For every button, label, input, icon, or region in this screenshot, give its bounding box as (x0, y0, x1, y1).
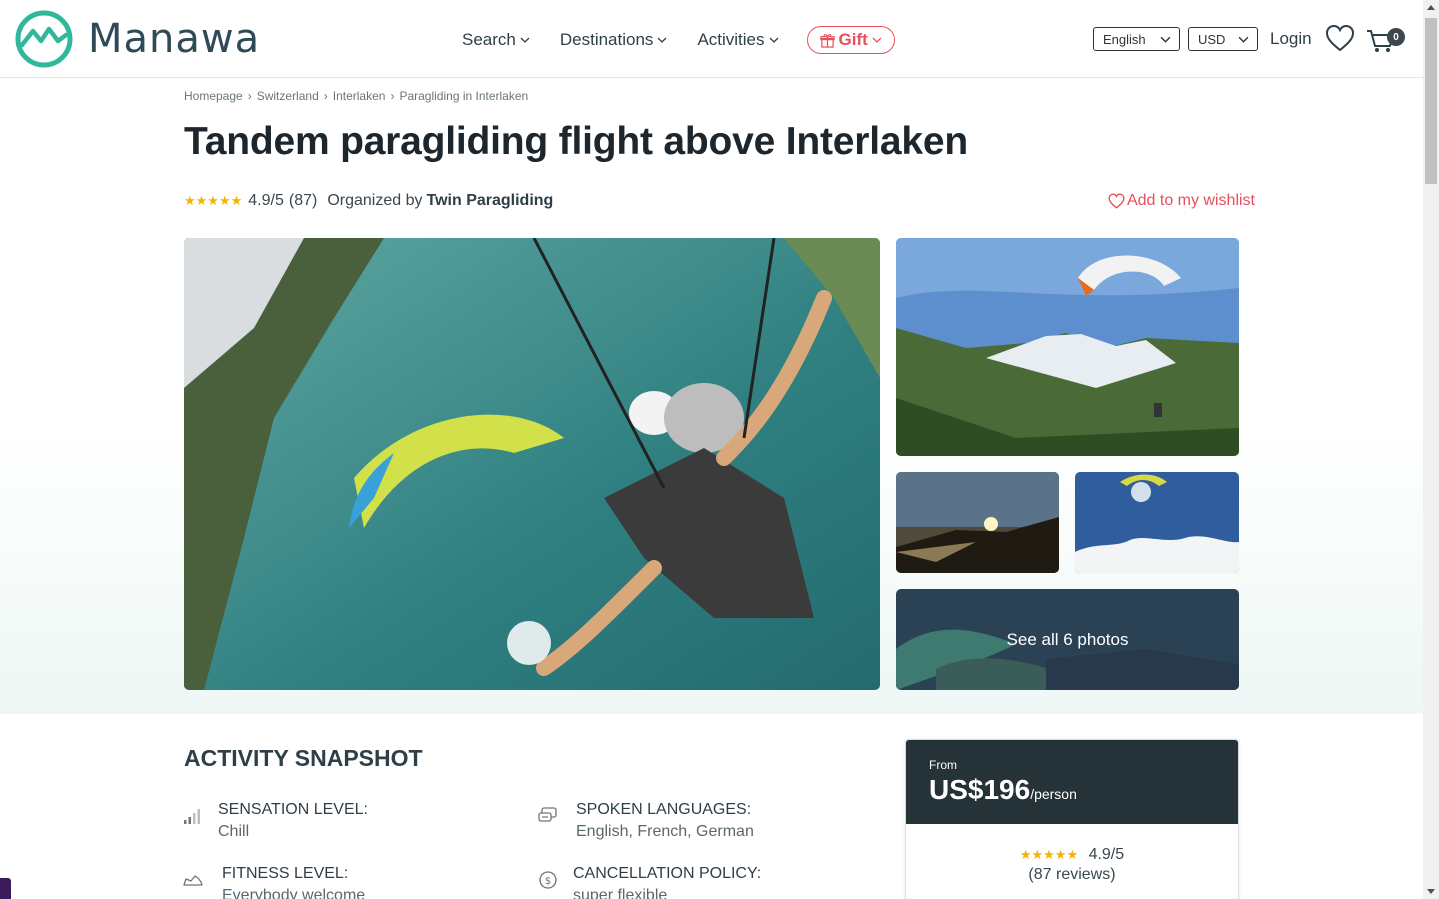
price-amount-row: US$196/person (929, 774, 1215, 806)
price-header: From US$196/person (906, 740, 1238, 824)
gift-label: Gift (838, 30, 868, 49)
feature-sensation-level: SENSATION LEVEL: Chill (218, 801, 368, 841)
chevron-down-icon (1238, 36, 1249, 43)
breadcrumb-homepage[interactable]: Homepage (184, 89, 243, 103)
nav-destinations-label: Destinations (559, 30, 654, 49)
main-photo[interactable] (184, 238, 880, 690)
scrollbar-thumb[interactable] (1425, 18, 1437, 184)
dollar-circle-icon: $ (539, 871, 557, 889)
rating-row: ★★★★★ 4.9/5 (87) Organized by Twin Parag… (184, 192, 553, 210)
signal-bars-icon (184, 809, 200, 824)
feedback-tab[interactable] (0, 878, 11, 899)
breadcrumb-separator: › (390, 89, 395, 103)
breadcrumb-switzerland[interactable]: Switzerland (257, 89, 319, 103)
price-from-label: From (929, 758, 957, 772)
price-unit: /person (1030, 786, 1077, 802)
site-header: Manawa Search Destinations Activities Gi… (0, 0, 1423, 78)
login-link[interactable]: Login (1270, 29, 1312, 49)
rating-score: 4.9/5 (1088, 846, 1125, 863)
breadcrumb-separator: › (323, 89, 328, 103)
chevron-down-icon (520, 37, 530, 43)
nav-search[interactable]: Search (462, 30, 530, 50)
breadcrumb-interlaken[interactable]: Interlaken (333, 89, 386, 103)
side-photo-sunset[interactable] (896, 472, 1059, 573)
rating-stars: ★★★★★ (184, 193, 243, 208)
nav-activities[interactable]: Activities (697, 30, 778, 50)
currency-value: USD (1198, 31, 1226, 47)
side-photo-mountains[interactable] (896, 238, 1239, 456)
rating-stars: ★★★★★ (1019, 847, 1079, 862)
chevron-down-icon (769, 37, 778, 43)
chevron-down-icon (657, 37, 667, 43)
currency-select[interactable]: USD (1188, 27, 1258, 51)
add-to-wishlist-link[interactable]: Add to my wishlist (1108, 192, 1255, 210)
feature-spoken-languages: SPOKEN LANGUAGES: English, French, Germa… (576, 801, 754, 841)
feature-cancellation-policy: CANCELLATION POLICY: super flexible (573, 865, 761, 899)
see-all-photos-button[interactable]: See all 6 photos (896, 589, 1239, 690)
breadcrumb: Homepage › Switzerland › Interlaken › Pa… (184, 89, 528, 103)
chevron-down-icon (872, 37, 882, 43)
organized-by-label: Organized by (327, 192, 423, 209)
feature-label: CANCELLATION POLICY: (573, 865, 762, 882)
nav-activities-label: Activities (697, 30, 765, 49)
main-nav: Search Destinations Activities Gift (462, 26, 895, 54)
breadcrumb-paragliding[interactable]: Paragliding in Interlaken (399, 89, 528, 103)
vertical-scrollbar[interactable] (1423, 0, 1439, 899)
nav-search-label: Search (462, 30, 516, 49)
feature-fitness-level: FITNESS LEVEL: Everybody welcome (222, 865, 365, 899)
gift-button[interactable]: Gift (806, 26, 895, 54)
feature-label: SENSATION LEVEL: (218, 801, 368, 818)
scroll-up-arrow-icon[interactable] (1427, 5, 1435, 10)
activity-snapshot-title: ACTIVITY SNAPSHOT (184, 745, 423, 771)
logo[interactable]: Manawa (14, 9, 260, 69)
language-value: English (1103, 31, 1146, 47)
feature-label: FITNESS LEVEL: (222, 865, 349, 882)
heart-icon[interactable] (1325, 24, 1355, 52)
mountain-logo-icon (15, 10, 73, 68)
see-all-photos-label: See all 6 photos (1006, 629, 1129, 649)
feature-label: SPOKEN LANGUAGES: (576, 801, 752, 818)
svg-text:$: $ (545, 876, 551, 887)
price-amount: US$196 (929, 774, 1031, 805)
side-photo-sky[interactable] (1075, 472, 1239, 573)
breadcrumb-separator: › (247, 89, 252, 103)
cart-count-badge: 0 (1387, 28, 1405, 46)
chevron-down-icon (1160, 36, 1171, 43)
page-title: Tandem paragliding flight above Interlak… (184, 120, 968, 163)
feature-value: English, French, German (576, 823, 754, 840)
sunset-image (896, 472, 1059, 573)
nav-destinations[interactable]: Destinations (560, 30, 668, 50)
paragliding-lake-image (184, 238, 880, 690)
rating-score: 4.9/5 (248, 192, 284, 209)
heart-outline-icon (1108, 193, 1125, 209)
organizer-link[interactable]: Twin Paragliding (427, 192, 554, 210)
gift-icon (819, 33, 835, 48)
brand-name: Manawa (88, 16, 261, 62)
language-select[interactable]: English (1093, 27, 1180, 51)
price-card-rating: ★★★★★ 4.9/5 (906, 846, 1238, 864)
rating-count[interactable]: (87) (289, 192, 317, 210)
wishlist-label: Add to my wishlist (1126, 192, 1255, 209)
feature-value: Everybody welcome (222, 887, 366, 899)
feature-value: super flexible (573, 887, 668, 899)
shoe-icon (183, 875, 203, 886)
price-card: From US$196/person ★★★★★ 4.9/5 (87 revie… (905, 739, 1239, 899)
chat-bubbles-icon (538, 807, 557, 822)
feature-value: Chill (218, 823, 250, 840)
paraglider-mountains-image (896, 238, 1239, 456)
paraglider-sky-image (1075, 472, 1239, 573)
scroll-down-arrow-icon[interactable] (1427, 889, 1435, 894)
reviews-count-link[interactable]: (87 reviews) (906, 866, 1238, 884)
